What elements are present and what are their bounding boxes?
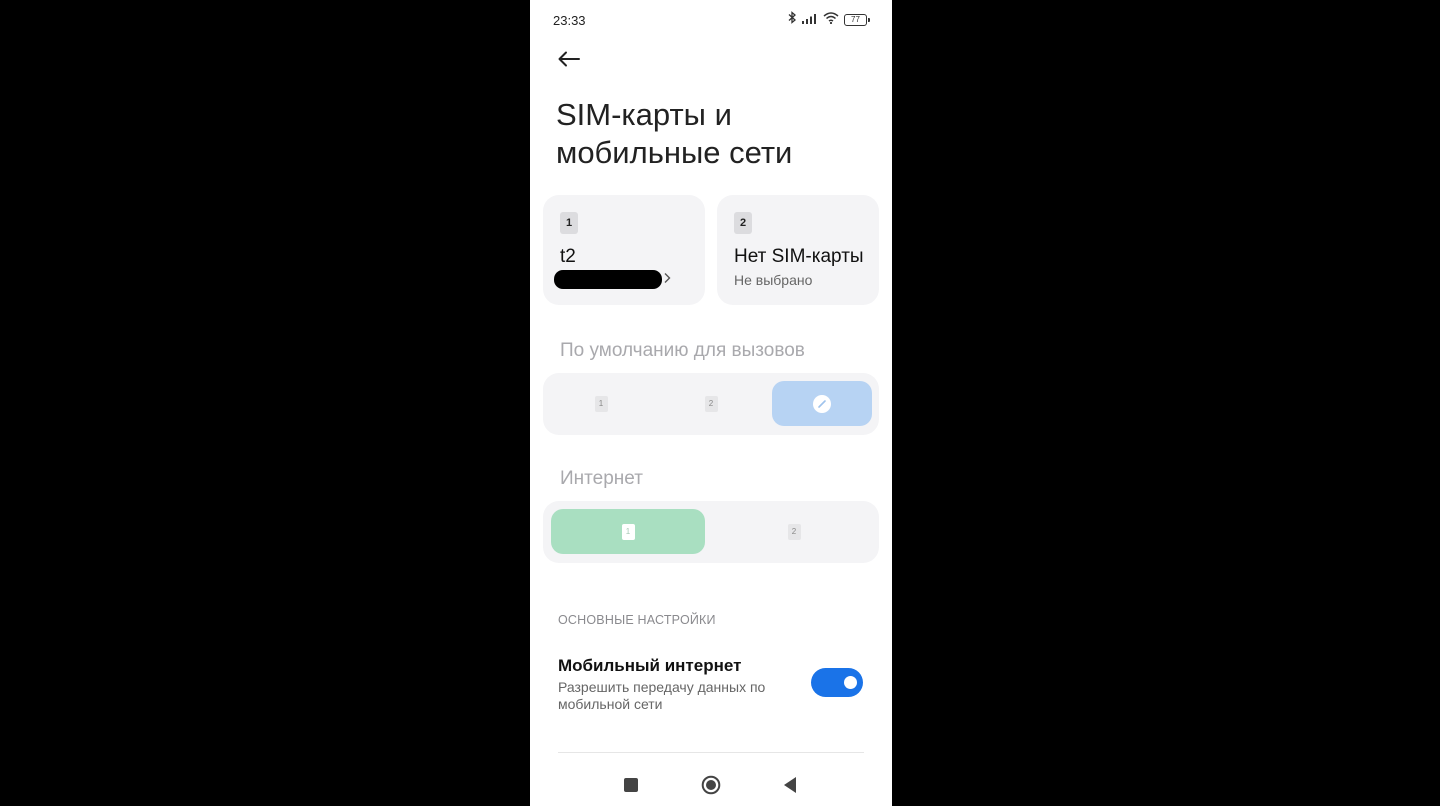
back-arrow-icon — [558, 51, 580, 67]
phone-screen: 23:33 77 SIM-карты и мобильные сети 1 t2… — [530, 0, 892, 806]
internet-sim-selector: 1 2 — [543, 501, 879, 563]
sim-card-2[interactable]: 2 Нет SIM-карты Не выбрано — [717, 195, 879, 305]
recents-button[interactable] — [616, 770, 646, 800]
bluetooth-icon — [788, 11, 797, 29]
toggle-knob — [844, 676, 857, 689]
sim-slot-badge: 2 — [734, 212, 752, 234]
calls-option-ask[interactable] — [772, 381, 872, 426]
calls-option-sim-2[interactable]: 2 — [661, 381, 761, 426]
sim-name: t2 — [560, 246, 576, 267]
chevron-right-icon — [663, 271, 671, 287]
status-time: 23:33 — [553, 13, 586, 28]
sim-icon: 2 — [704, 395, 718, 412]
mobile-data-title: Мобильный интернет — [558, 656, 742, 675]
status-icons: 77 — [788, 11, 870, 29]
redacted-phone-number — [554, 270, 662, 289]
home-button[interactable] — [696, 770, 726, 800]
sim-slot-badge: 1 — [560, 212, 578, 234]
mobile-data-toggle[interactable] — [811, 668, 863, 697]
navigation-bar — [530, 760, 892, 806]
sim-icon: 1 — [594, 395, 608, 412]
calls-section-label: По умолчанию для вызовов — [560, 340, 805, 361]
back-button[interactable] — [552, 42, 586, 76]
page-title: SIM-карты и мобильные сети — [556, 97, 793, 170]
sim-icon: 2 — [787, 523, 801, 540]
internet-section-label: Интернет — [560, 468, 643, 489]
battery-icon: 77 — [844, 14, 870, 26]
back-nav-button[interactable] — [775, 770, 805, 800]
sim-icon: 1 — [621, 523, 635, 540]
sim-card-1[interactable]: 1 t2 — [543, 195, 705, 305]
calls-option-sim-1[interactable]: 1 — [551, 381, 651, 426]
calls-sim-selector: 1 2 — [543, 373, 879, 435]
wifi-icon — [823, 11, 839, 29]
back-triangle-icon — [784, 777, 796, 793]
signal-icon — [802, 11, 818, 29]
basic-settings-header: ОСНОВНЫЕ НАСТРОЙКИ — [558, 613, 716, 627]
internet-option-sim-2[interactable]: 2 — [717, 509, 871, 554]
pencil-icon — [813, 394, 831, 413]
divider — [558, 752, 864, 753]
sim-name: Нет SIM-карты — [734, 246, 864, 267]
recents-square-icon — [624, 778, 638, 792]
mobile-data-description: Разрешить передачу данных по мобильной с… — [558, 679, 766, 712]
sim-status: Не выбрано — [734, 272, 813, 288]
status-bar: 23:33 77 — [530, 0, 892, 38]
home-circle-icon — [701, 775, 721, 795]
internet-option-sim-1[interactable]: 1 — [551, 509, 705, 554]
